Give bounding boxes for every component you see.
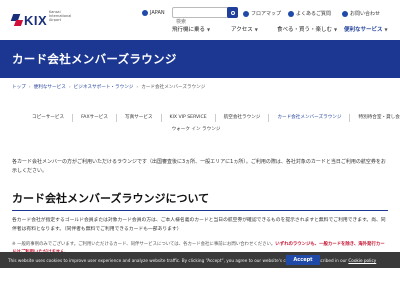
map-icon [243,10,249,17]
breadcrumb-item-services[interactable]: 便利なサービス [34,84,66,90]
logo-text: KIX [24,12,48,28]
search-button[interactable] [227,7,238,18]
chevron-down-icon: ▼ [207,26,211,32]
subnav-walkin-lounge[interactable]: ウォーク イン ラウンジ [172,126,229,134]
nav-board-plane[interactable]: 飛行機に乗る ▼ [172,25,211,34]
section-divider [12,210,388,211]
subnav-airline-lounge[interactable]: 航空会社ラウンジ [214,114,269,122]
breadcrumb-item-current: カード会社メンバーズラウンジ [141,85,206,90]
question-icon [288,10,294,17]
logo-subtitle: Kansai International Airport [49,10,72,22]
language-label: JAPAN [150,10,165,16]
breadcrumb-item-top[interactable]: トップ [12,84,26,90]
notice-main: ※ 一般的事例のみでございます。ご利用いただけるカード、同伴サービスについては、… [12,242,276,247]
chevron-down-icon: ▼ [334,26,338,32]
cookie-policy-link[interactable]: Cookie policy [348,258,376,263]
search-box [172,7,238,27]
nav-eat-shop[interactable]: 食べる・買う・楽しむ ▼ [277,25,338,34]
nav-board-plane-label: 飛行機に乗る [172,27,206,33]
cookie-banner: This website uses cookies to improve use… [0,252,400,268]
intro-text: 各カード会社メンバーの方がご利用いただけるラウンジです（出国審査後に3ヵ所、一般… [12,159,386,174]
service-subnav: コピーサービス FAXサービス 写真サービス KIX VIP SERVICE 航… [12,112,400,134]
subnav-card-lounge[interactable]: カード会社メンバーズラウンジ [268,114,349,122]
nav-access-label: アクセス [231,27,253,33]
nav-eat-shop-label: 食べる・買う・楽しむ [277,27,333,33]
breadcrumb-separator: › [28,84,31,90]
breadcrumb-separator: › [68,84,71,90]
breadcrumb-separator: › [136,84,139,90]
breadcrumb: トップ › 便利なサービス › ビジネスサポート・ラウンジ › カード会社メンバ… [12,84,206,91]
page-hero: カード会社メンバーズラウンジ [0,40,400,78]
util-floor-map[interactable]: フロアマップ [243,10,281,17]
kix-logo-mark-icon [12,14,22,26]
chevron-down-icon: ▼ [384,26,388,32]
util-contact-label: お問い合わせ [350,11,381,17]
nav-services[interactable]: 便利なサービス ▼ [344,25,388,34]
page-title: カード会社メンバーズラウンジ [12,52,177,66]
nav-access[interactable]: アクセス ▼ [231,25,258,34]
util-floor-map-label: フロアマップ [251,11,282,17]
nav-services-label: 便利なサービス [344,27,383,33]
language-selector[interactable]: JAPAN [142,10,165,16]
util-faq-label: よくあるご質問 [296,11,332,17]
cookie-text: This website uses cookies to improve use… [8,258,376,263]
mail-icon [342,10,348,17]
subnav-photo[interactable]: 写真サービス [115,114,161,122]
section-heading: カード会社メンバーズラウンジについて [12,192,210,205]
util-contact[interactable]: お問い合わせ [342,10,380,17]
globe-icon [142,10,148,16]
subnav-special-room[interactable]: 特別待合室・貸し会議室 [349,114,400,122]
accept-cookies-button[interactable]: Accept [286,255,320,265]
util-faq[interactable]: よくあるご質問 [288,10,331,17]
subnav-vip[interactable]: KIX VIP SERVICE [160,114,215,122]
site-header: KIX Kansai International Airport JAPAN フ… [0,0,400,40]
chevron-down-icon: ▼ [254,26,258,32]
subnav-copy[interactable]: コピーサービス [12,114,72,122]
breadcrumb-item-business[interactable]: ビジネスサポート・ラウンジ [74,84,134,90]
page-bottom [0,268,400,300]
subnav-fax[interactable]: FAXサービス [72,114,116,122]
section-body: 各カード会社が指定するゴールド会員または対象カード会員の方は、ご本人様名義のカー… [12,218,386,232]
search-icon [230,10,235,15]
